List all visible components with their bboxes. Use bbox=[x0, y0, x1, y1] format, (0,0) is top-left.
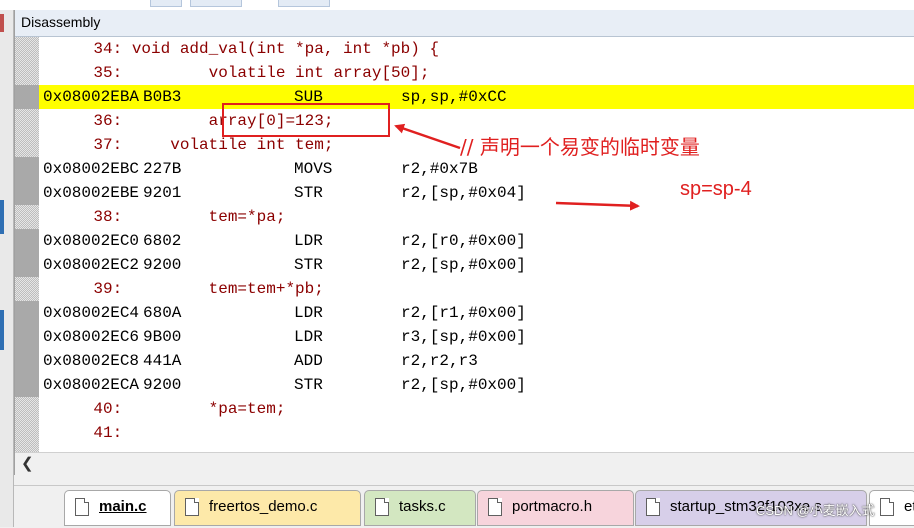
watermark: CSDN @小麦嵌入式 bbox=[756, 503, 875, 518]
annotation-arrows bbox=[394, 123, 640, 211]
arrow-to-sp-note bbox=[555, 200, 640, 211]
sp-note: sp=sp-4 bbox=[680, 178, 752, 200]
volatile-note: // 声明一个易变的临时变量 bbox=[460, 135, 700, 159]
arrow-to-array-line bbox=[394, 123, 461, 150]
